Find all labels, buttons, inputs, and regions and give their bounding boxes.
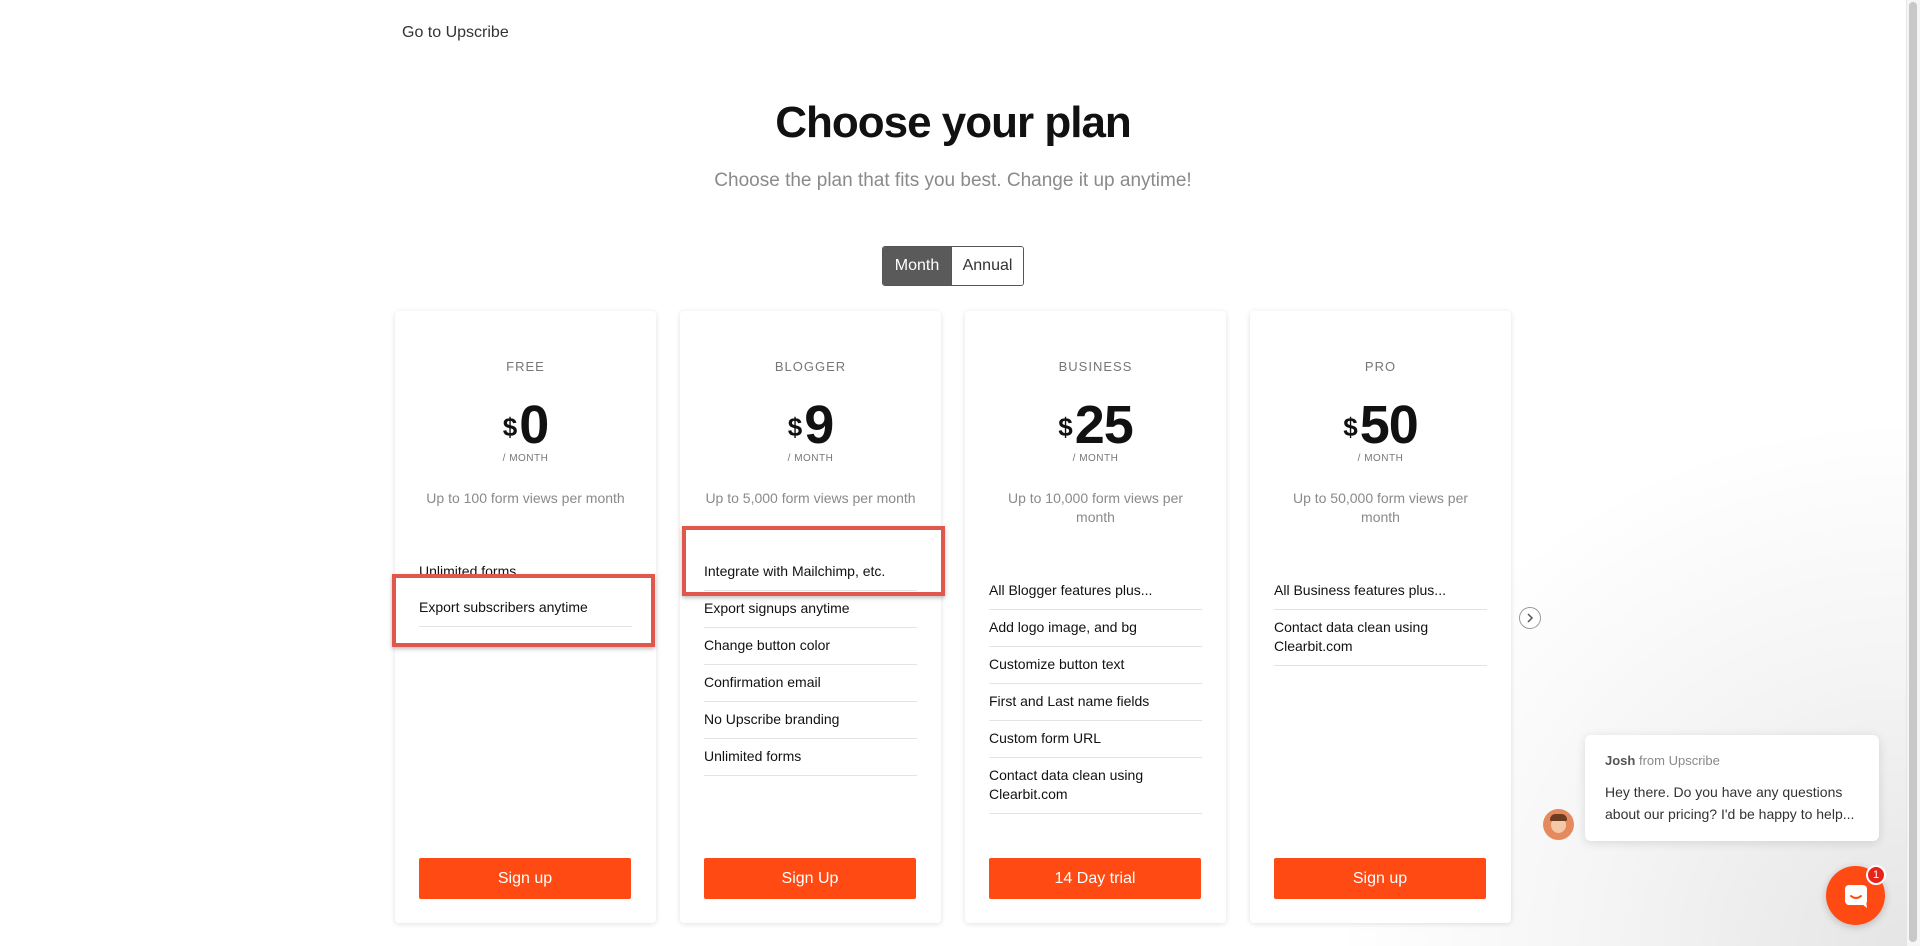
billing-period: / MONTH [502,453,549,464]
billing-period: / MONTH [787,453,834,464]
page-title: Choose your plan [775,98,1132,147]
feature-item: Export subscribers anytime [419,590,632,627]
feature-item: All Blogger features plus... [989,573,1202,610]
price-amount: 25 [1074,395,1134,455]
unread-count-badge: 1 [1866,865,1886,885]
billing-period: / MONTH [1357,453,1404,464]
plan-name: FREE [506,359,545,374]
form-views-limit: Up to 5,000 form views per month [705,490,916,506]
feature-item: Integrate with Mailchimp, etc. [704,554,917,591]
plan-name: BLOGGER [774,359,847,374]
feature-item: No Upscribe branding [704,702,917,739]
feature-item: Unlimited forms [419,563,517,579]
feature-item: Contact data clean using Clearbit.com [989,758,1202,814]
plan-price: $ 9 [680,395,941,455]
business-trial-button[interactable]: 14 Day trial [989,858,1201,899]
chat-icon [1844,884,1867,908]
feature-item: Customize button text [989,647,1202,684]
feature-list: All Blogger features plus... Add logo im… [989,573,1202,814]
free-sign-up-button[interactable]: Sign up [419,858,631,899]
plan-name: BUSINESS [1058,359,1133,374]
chat-message-text: Hey there. Do you have any questions abo… [1605,784,1855,822]
chevron-right-icon [1527,613,1534,623]
scrollbar[interactable] [1906,0,1920,946]
feature-item: Export signups anytime [704,591,917,628]
currency-symbol: $ [1343,412,1358,442]
billing-toggle: Month Annual [882,246,1024,286]
chat-sender-name: Josh [1605,753,1636,768]
feature-item: Contact data clean using Clearbit.com [1274,610,1487,666]
plan-card-pro: PRO $ 50 / MONTH Up to 50,000 form views… [1250,311,1511,923]
plan-price: $ 0 [395,395,656,455]
pro-sign-up-button[interactable]: Sign up [1274,858,1486,899]
feature-item: Unlimited forms [704,739,917,776]
plan-card-blogger: BLOGGER $ 9 / MONTH Up to 5,000 form vie… [680,311,941,923]
feature-item: Change button color [704,628,917,665]
page-subtitle: Choose the plan that fits you best. Chan… [714,170,1192,191]
chat-sender-suffix: from Upscribe [1638,753,1720,768]
price-amount: 50 [1359,395,1419,455]
price-amount: 0 [519,395,549,455]
chat-agent-avatar [1543,809,1574,840]
feature-item: Custom form URL [989,721,1202,758]
feature-list: Integrate with Mailchimp, etc. Export si… [704,554,917,776]
feature-item: All Business features plus... [1274,573,1487,610]
currency-symbol: $ [1058,412,1073,442]
feature-list: All Business features plus... Contact da… [1274,573,1487,666]
feature-item: First and Last name fields [989,684,1202,721]
plan-price: $ 50 [1250,395,1511,455]
form-views-limit: Up to 10,000 form views per month [1007,490,1184,525]
month-toggle-button[interactable]: Month [883,247,951,285]
annual-toggle-button[interactable]: Annual [951,247,1023,285]
chat-sender: Josh from Upscribe [1605,753,1859,768]
form-views-limit: Up to 100 form views per month [426,490,625,506]
plan-price: $ 25 [965,395,1226,455]
scrollbar-thumb[interactable] [1909,2,1917,942]
chat-message-bubble[interactable]: Josh from Upscribe Hey there. Do you hav… [1585,735,1879,841]
feature-list: Unlimited forms Export subscribers anyti… [419,554,632,627]
plan-name: PRO [1364,359,1397,374]
currency-symbol: $ [787,412,803,442]
price-amount: 9 [804,395,834,455]
plan-card-free: FREE $ 0 / MONTH Up to 100 form views pe… [395,311,656,923]
plan-card-business: BUSINESS $ 25 / MONTH Up to 10,000 form … [965,311,1226,923]
blogger-sign-up-button[interactable]: Sign Up [704,858,916,899]
currency-symbol: $ [502,412,518,442]
form-views-limit: Up to 50,000 form views per month [1292,490,1469,525]
billing-period: / MONTH [1072,453,1119,464]
feature-item: Confirmation email [704,665,917,702]
feature-item: Add logo image, and bg [989,610,1202,647]
carousel-next-button[interactable] [1519,607,1541,629]
go-to-upscribe-link[interactable]: Go to Upscribe [402,24,509,42]
